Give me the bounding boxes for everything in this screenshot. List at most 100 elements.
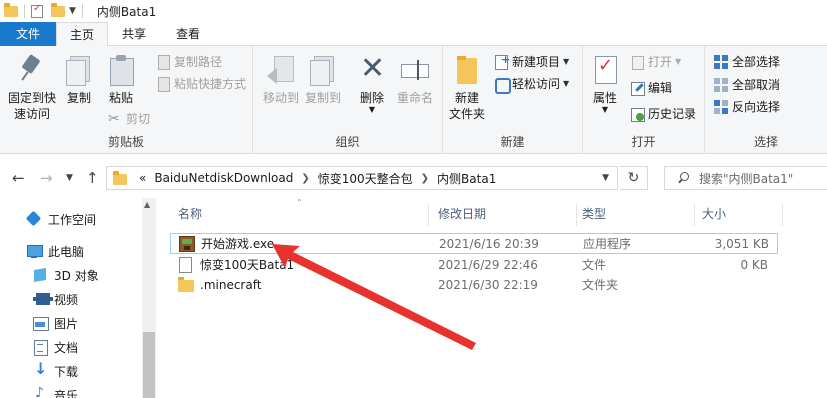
- chevron-down-icon: ▼: [601, 105, 609, 114]
- column-size[interactable]: 大小: [694, 204, 782, 224]
- nav-item-music[interactable]: 音乐: [32, 383, 78, 398]
- rename-icon: [399, 54, 431, 86]
- delete-button[interactable]: 删除 ▼: [356, 50, 388, 114]
- chevron-down-icon[interactable]: ▼: [69, 6, 76, 16]
- back-arrow-icon[interactable]: ←: [12, 168, 25, 188]
- edit-icon: [629, 80, 645, 96]
- refresh-button[interactable]: ↻: [620, 166, 648, 190]
- copy-path-button[interactable]: 复制路径: [155, 52, 222, 72]
- copy-icon: [63, 54, 95, 86]
- breadcrumb-item[interactable]: BaiduNetdiskDownload: [150, 171, 297, 185]
- file-type: 文件夹: [582, 278, 619, 292]
- column-type[interactable]: 类型: [574, 204, 694, 224]
- folder-icon: [178, 277, 194, 292]
- open-button[interactable]: 打开 ▼: [629, 52, 681, 72]
- navigation-pane: 工作空间 此电脑 3D 对象 视频 图片 文档 下载 音乐 ▲: [0, 196, 158, 398]
- search-box[interactable]: 搜索"内侧Bata1": [664, 166, 827, 190]
- file-type: 文件: [582, 258, 607, 272]
- new-group: 新建 文件夹 新建项目 ▼ 轻松访问 ▼ 新建: [443, 46, 583, 154]
- tab-share[interactable]: 共享: [112, 22, 156, 46]
- select-all-button[interactable]: 全部选择: [713, 52, 780, 72]
- chevron-down-icon[interactable]: ▼: [602, 173, 609, 183]
- file-list: ⌃ 名称 修改日期 类型 大小 开始游戏.exe 2021/6/16 20:39…: [160, 196, 827, 398]
- table-row[interactable]: .minecraft 2021/6/30 22:19 文件夹: [170, 275, 778, 296]
- table-row[interactable]: 惊变100天Bata1 2021/6/29 22:46 文件 0 KB: [170, 255, 778, 276]
- new-folder-quick-icon[interactable]: [51, 3, 65, 18]
- copy-path-icon: [155, 54, 171, 70]
- cut-button[interactable]: 剪切: [107, 109, 150, 129]
- nav-item-downloads[interactable]: 下载: [32, 359, 78, 383]
- breadcrumb-overflow[interactable]: «: [135, 171, 150, 185]
- easy-access-button[interactable]: 轻松访问 ▼: [493, 74, 569, 94]
- file-name: .minecraft: [200, 278, 262, 292]
- group-label-organize: 组织: [335, 135, 360, 149]
- file-size: [678, 275, 768, 296]
- chevron-down-icon: ▼: [675, 57, 682, 66]
- scissors-icon: [107, 109, 123, 129]
- properties-button[interactable]: 属性 ▼: [587, 50, 623, 114]
- tab-home[interactable]: 主页: [56, 22, 108, 47]
- breadcrumb-item[interactable]: 内侧Bata1: [433, 170, 500, 187]
- tab-file[interactable]: 文件: [0, 22, 56, 46]
- copy-button[interactable]: 复制: [62, 50, 96, 106]
- rename-button[interactable]: 重命名: [393, 50, 437, 106]
- video-icon: [32, 291, 53, 307]
- address-bar[interactable]: « BaiduNetdiskDownload ❯ 惊变100天整合包 ❯ 内侧B…: [106, 166, 618, 190]
- clipboard-icon: [105, 54, 137, 86]
- open-group: 属性 ▼ 打开 ▼ 编辑 历史记录 打开: [583, 46, 705, 154]
- nav-item-videos[interactable]: 视频: [32, 287, 78, 311]
- pin-to-quick-access-button[interactable]: 固定到快 速访问: [4, 50, 60, 122]
- column-divider[interactable]: [782, 204, 783, 226]
- ribbon: 固定到快 速访问 复制 粘贴 复制路径 粘贴快捷方式 剪切 剪贴板 移动到: [0, 46, 827, 154]
- pin-icon: [16, 54, 48, 86]
- downloads-icon: [32, 359, 48, 379]
- nav-item-pictures[interactable]: 图片: [32, 311, 78, 335]
- breadcrumb-separator-icon[interactable]: ❯: [417, 173, 433, 184]
- select-none-button[interactable]: 全部取消: [713, 75, 780, 95]
- edit-button[interactable]: 编辑: [629, 78, 672, 98]
- divider: [81, 4, 83, 18]
- forward-arrow-icon[interactable]: →: [40, 168, 53, 188]
- nav-item-this-pc[interactable]: 此电脑: [26, 239, 84, 263]
- history-button[interactable]: 历史记录: [629, 104, 696, 124]
- file-name: 惊变100天Bata1: [200, 258, 295, 272]
- nav-item-3d-objects[interactable]: 3D 对象: [32, 263, 99, 287]
- pin-label-line1: 固定到快: [7, 91, 56, 105]
- paste-button[interactable]: 粘贴: [104, 50, 138, 106]
- table-row[interactable]: 开始游戏.exe 2021/6/16 20:39 应用程序 3,051 KB: [170, 233, 778, 254]
- scrollbar-thumb[interactable]: [143, 332, 155, 398]
- move-to-icon: [265, 54, 297, 86]
- column-divider[interactable]: [428, 204, 429, 226]
- history-icon: [629, 106, 645, 122]
- exe-icon: [179, 236, 195, 252]
- navigation-bar: ← → ▼ ↑ « BaiduNetdiskDownload ❯ 惊变100天整…: [0, 160, 827, 196]
- select-none-icon: [713, 77, 729, 93]
- breadcrumb-separator-icon[interactable]: ❯: [297, 173, 313, 184]
- move-to-button[interactable]: 移动到: [261, 50, 301, 106]
- nav-item-documents[interactable]: 文档: [32, 335, 78, 359]
- new-item-button[interactable]: 新建项目 ▼: [493, 50, 569, 72]
- new-folder-button[interactable]: 新建 文件夹: [447, 50, 487, 122]
- breadcrumb-item[interactable]: 惊变100天整合包: [314, 170, 417, 187]
- copy-to-button[interactable]: 复制到: [303, 50, 343, 106]
- pictures-icon: [32, 315, 49, 331]
- up-arrow-icon[interactable]: ↑: [86, 168, 99, 188]
- invert-selection-button[interactable]: 反向选择: [713, 97, 780, 117]
- scroll-up-icon[interactable]: ▲: [144, 200, 150, 209]
- column-modified[interactable]: 修改日期: [430, 204, 576, 224]
- tab-view[interactable]: 查看: [166, 22, 210, 46]
- properties-quick-icon[interactable]: [31, 3, 43, 18]
- paste-shortcut-button[interactable]: 粘贴快捷方式: [155, 74, 246, 94]
- nav-item-workspace[interactable]: 工作空间: [26, 207, 96, 231]
- select-all-icon: [713, 54, 729, 70]
- 3d-objects-icon: [32, 267, 48, 283]
- new-folder-icon: [451, 54, 483, 86]
- chevron-down-icon: ▼: [368, 105, 376, 114]
- column-header: 名称 修改日期 类型 大小: [160, 204, 827, 226]
- column-name[interactable]: 名称: [170, 204, 428, 224]
- copy-to-icon: [307, 54, 339, 86]
- title-bar: ▼ 内侧Bata1: [0, 0, 827, 22]
- organize-group: 移动到 复制到 删除 ▼ 重命名 组织: [253, 46, 443, 154]
- copy-label: 复制: [66, 91, 91, 105]
- recent-locations-chevron-icon[interactable]: ▼: [66, 168, 73, 188]
